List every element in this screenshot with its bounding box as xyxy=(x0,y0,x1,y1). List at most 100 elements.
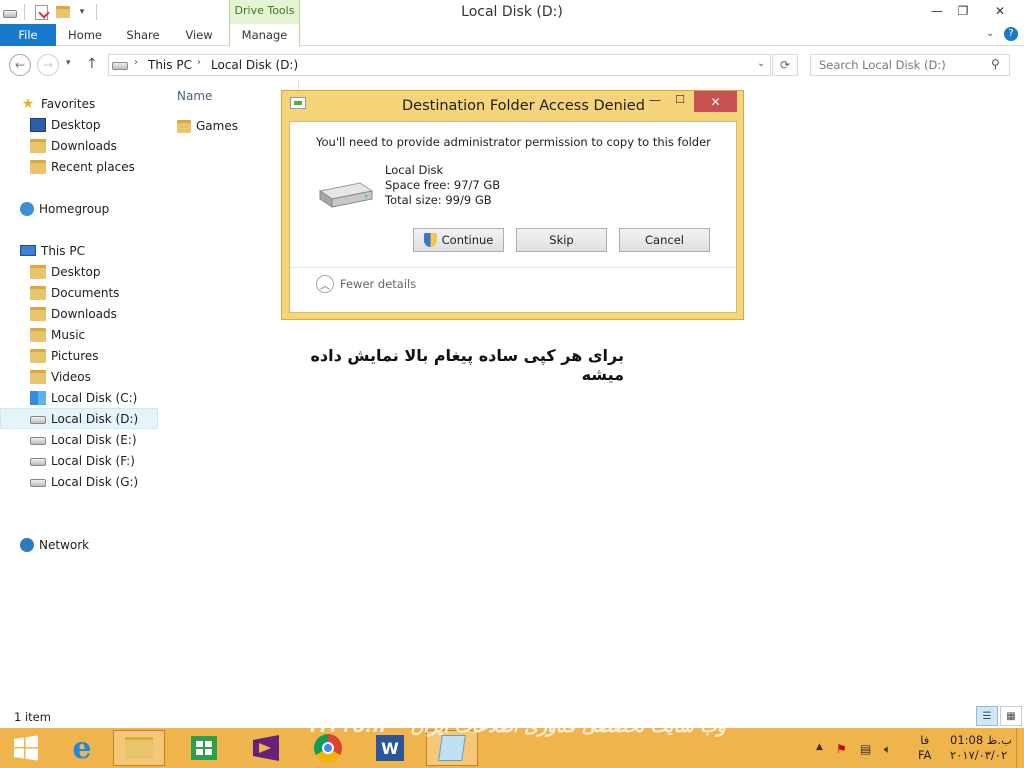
nav-label: Videos xyxy=(51,369,91,384)
access-denied-dialog: Destination Folder Access Denied — ☐ ✕ Y… xyxy=(281,90,744,320)
action-center-icon[interactable]: ⚑ xyxy=(836,742,847,756)
folder-icon xyxy=(30,327,46,342)
clock-date: ۲۰۱۷/۰۳/۰۲ xyxy=(950,748,1008,762)
nav-favorites-desktop[interactable]: Desktop xyxy=(0,114,158,135)
cancel-button[interactable]: Cancel xyxy=(619,228,710,252)
show-hidden-icons-icon[interactable]: ▲ xyxy=(816,742,823,752)
file-explorer-icon[interactable] xyxy=(113,730,165,766)
tab-home[interactable]: Home xyxy=(60,24,110,46)
file-item-games[interactable]: Games xyxy=(177,116,238,136)
nav-label: Local Disk (C:) xyxy=(51,390,138,405)
nav-network[interactable]: Network xyxy=(0,534,158,555)
nav-desktop[interactable]: Desktop xyxy=(0,261,158,282)
nav-videos[interactable]: Videos xyxy=(0,366,158,387)
file-name: Games xyxy=(196,119,238,133)
refresh-button[interactable]: ⟳ xyxy=(772,54,798,76)
nav-label: Recent places xyxy=(51,159,135,174)
drive-icon xyxy=(30,416,46,424)
breadcrumb-this-pc[interactable]: This PC xyxy=(148,58,192,72)
details-view-button[interactable]: ☰ xyxy=(976,706,998,726)
tab-manage[interactable]: Manage xyxy=(229,24,300,46)
nav-label: Local Disk (G:) xyxy=(51,474,139,489)
internet-explorer-icon[interactable]: e xyxy=(56,730,108,766)
tab-file[interactable]: File xyxy=(0,24,56,46)
search-input[interactable]: Search Local Disk (D:) ⚲ xyxy=(810,54,1010,76)
dialog-body: You'll need to provide administrator per… xyxy=(289,121,737,313)
search-placeholder: Search Local Disk (D:) xyxy=(819,58,946,72)
back-button[interactable]: ← xyxy=(9,54,31,76)
show-desktop-button[interactable] xyxy=(1016,728,1024,768)
nav-local-disk-g[interactable]: Local Disk (G:) xyxy=(0,471,158,492)
star-icon: ★ xyxy=(21,95,35,112)
volume-icon[interactable]: 🔈︎ xyxy=(884,742,891,757)
address-bar[interactable]: › This PC › Local Disk (D:) ⌄ xyxy=(108,54,771,76)
nav-recent-places[interactable]: Recent places xyxy=(0,156,158,177)
navigation-pane: ★ Favorites Desktop Downloads Recent plac… xyxy=(0,82,158,712)
folder-icon xyxy=(30,348,46,363)
nav-label: Favorites xyxy=(41,96,96,111)
nav-label: This PC xyxy=(41,243,85,258)
nav-pictures[interactable]: Pictures xyxy=(0,345,158,366)
nav-local-disk-f[interactable]: Local Disk (F:) xyxy=(0,450,158,471)
tab-view[interactable]: View xyxy=(174,24,224,46)
ribbon-tabs: File Home Share View Manage ⌄ ? xyxy=(0,24,1024,46)
nav-favorites[interactable]: ★ Favorites xyxy=(0,93,158,114)
downloads-folder-icon xyxy=(30,138,46,153)
input-language[interactable]: فا FA xyxy=(918,733,931,763)
continue-button[interactable]: Continue xyxy=(413,228,504,252)
breadcrumb-separator[interactable]: › xyxy=(134,57,138,68)
status-item-count: 1 item xyxy=(14,710,51,724)
folder-icon xyxy=(30,264,46,279)
dialog-divider xyxy=(290,267,736,268)
visual-studio-icon[interactable] xyxy=(240,730,292,766)
tab-share[interactable]: Share xyxy=(118,24,168,46)
network-status-icon[interactable]: ▤ xyxy=(860,742,871,756)
folder-icon xyxy=(30,369,46,384)
clock[interactable]: 01:08 ب.ظ ۲۰۱۷/۰۳/۰۲ xyxy=(950,733,1012,763)
windows-store-icon[interactable] xyxy=(178,730,230,766)
dialog-minimize-button[interactable]: — xyxy=(644,93,666,109)
drive-icon xyxy=(30,437,46,445)
disk-info: Local Disk Space free: 97/7 GB Total siz… xyxy=(385,163,500,208)
nav-label: Local Disk (F:) xyxy=(51,453,135,468)
nav-label: Desktop xyxy=(51,264,101,279)
nav-homegroup[interactable]: Homegroup xyxy=(0,198,158,219)
clock-time: 01:08 ب.ظ xyxy=(950,733,1012,747)
ribbon-expand-icon[interactable]: ⌄ xyxy=(986,28,994,39)
dialog-close-button[interactable]: ✕ xyxy=(694,91,737,112)
address-dropdown-icon[interactable]: ⌄ xyxy=(757,58,765,69)
nav-documents[interactable]: Documents xyxy=(0,282,158,303)
column-header-name[interactable]: Name xyxy=(177,89,212,103)
fewer-details-toggle[interactable]: ︿ Fewer details xyxy=(316,275,416,293)
continue-label: Continue xyxy=(441,233,494,247)
desktop-icon xyxy=(30,117,46,132)
recent-locations-icon[interactable]: ▾ xyxy=(66,58,71,68)
nav-label: Pictures xyxy=(51,348,99,363)
up-button[interactable]: ↑ xyxy=(86,56,98,72)
dialog-message: You'll need to provide administrator per… xyxy=(316,135,711,149)
homegroup-icon xyxy=(20,201,34,216)
folder-icon xyxy=(177,119,191,133)
nav-local-disk-e[interactable]: Local Disk (E:) xyxy=(0,429,158,450)
nav-local-disk-d[interactable]: Local Disk (D:) xyxy=(0,408,158,429)
nav-local-disk-c[interactable]: Local Disk (C:) xyxy=(0,387,158,408)
dialog-title: Destination Folder Access Denied xyxy=(402,98,645,114)
folder-icon xyxy=(30,306,46,321)
start-button[interactable] xyxy=(0,730,52,766)
nav-this-pc[interactable]: This PC xyxy=(0,240,158,261)
nav-label: Local Disk (D:) xyxy=(51,411,139,426)
skip-button[interactable]: Skip xyxy=(516,228,607,252)
nav-label: Desktop xyxy=(51,117,101,132)
large-icons-view-button[interactable]: ▦ xyxy=(1000,706,1022,726)
close-button[interactable]: ✕ xyxy=(985,0,1015,22)
breadcrumb-local-disk-d[interactable]: Local Disk (D:) xyxy=(211,58,298,72)
restore-button[interactable]: ❐ xyxy=(948,0,978,22)
nav-downloads[interactable]: Downloads xyxy=(0,303,158,324)
nav-music[interactable]: Music xyxy=(0,324,158,345)
help-icon[interactable]: ? xyxy=(1004,27,1018,41)
nav-favorites-downloads[interactable]: Downloads xyxy=(0,135,158,156)
breadcrumb-separator[interactable]: › xyxy=(197,57,201,68)
dialog-maximize-button[interactable]: ☐ xyxy=(669,93,691,109)
nav-label: Homegroup xyxy=(39,201,110,216)
forward-button[interactable]: → xyxy=(37,54,59,76)
